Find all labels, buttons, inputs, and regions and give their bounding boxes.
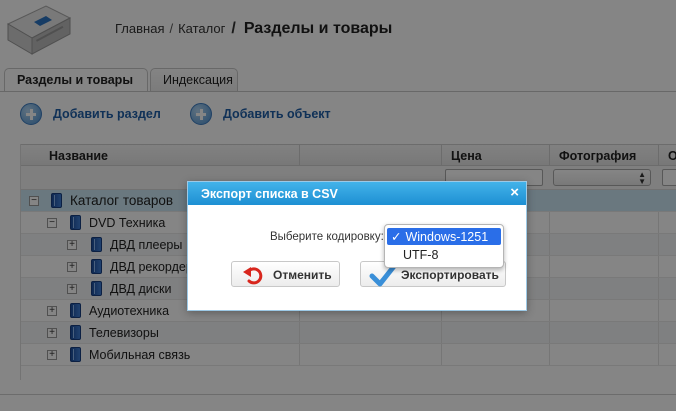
export-label: Экспортировать	[401, 268, 499, 282]
dialog-title: Экспорт списка в CSV	[201, 187, 338, 201]
close-icon[interactable]: ×	[510, 184, 519, 201]
cancel-button[interactable]: Отменить	[231, 261, 340, 287]
encoding-option-utf-8[interactable]: UTF-8	[387, 247, 501, 264]
export-csv-dialog: Экспорт списка в CSV × Выберите кодировк…	[187, 181, 527, 311]
undo-icon	[243, 267, 263, 285]
checkmark-icon: ✓	[391, 230, 402, 244]
encoding-dropdown[interactable]: ✓ Windows-1251 UTF-8	[384, 224, 504, 268]
encoding-option-windows-1251[interactable]: ✓ Windows-1251	[387, 228, 501, 245]
dialog-title-bar[interactable]: Экспорт списка в CSV ×	[188, 182, 526, 205]
cancel-label: Отменить	[273, 268, 332, 282]
encoding-label: Выберите кодировку:	[270, 231, 384, 243]
